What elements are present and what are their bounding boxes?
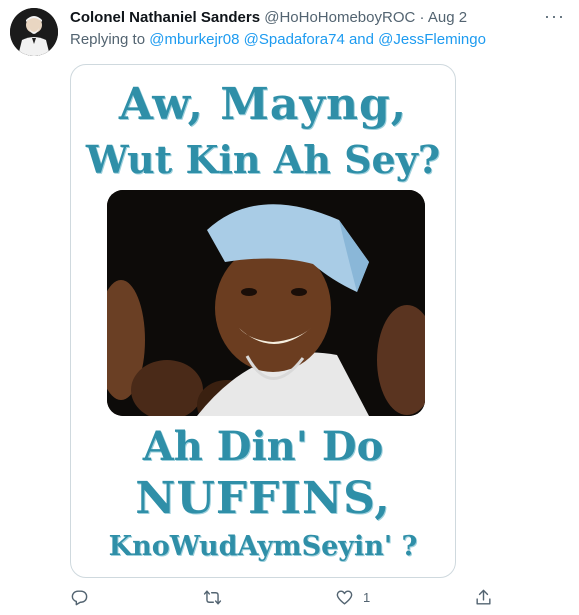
mention-and: and xyxy=(348,31,374,48)
share-button[interactable] xyxy=(474,586,493,608)
tweet-actions: 1 xyxy=(70,586,500,608)
reply-button[interactable] xyxy=(70,586,89,608)
avatar-image xyxy=(10,8,58,56)
replying-to: Replying to @mburkejr08 @Spadafora74 and… xyxy=(70,31,486,49)
replying-to-label: Replying to xyxy=(70,31,146,48)
meme-line-2: Wut Kin Ah Sey? xyxy=(85,137,441,182)
tweet[interactable]: Colonel Nathaniel Sanders @HoHoHomeboyRO… xyxy=(0,0,579,615)
heart-icon xyxy=(336,589,353,605)
meme-line-3: Ah Din' Do xyxy=(142,423,384,470)
mention-link[interactable]: @JessFlemingo xyxy=(378,31,486,48)
author-handle[interactable]: @HoHoHomeboyROC xyxy=(264,9,415,26)
tweet-media[interactable]: Aw, Mayng, Wut Kin Ah Sey? Ah Din' Do NU… xyxy=(70,64,456,578)
retweet-icon xyxy=(203,589,222,605)
like-button[interactable]: 1 xyxy=(335,586,370,608)
meme-line-5: KnoWudAymSeyin' ? xyxy=(108,531,418,562)
avatar[interactable] xyxy=(10,8,58,56)
separator-dot: · xyxy=(419,9,425,26)
meme-photo xyxy=(107,190,425,416)
reply-icon xyxy=(71,589,88,605)
like-count: 1 xyxy=(363,589,371,605)
author-name[interactable]: Colonel Nathaniel Sanders xyxy=(70,9,260,26)
tweet-date[interactable]: Aug 2 xyxy=(428,9,467,26)
share-icon xyxy=(476,589,491,605)
mention-link[interactable]: @mburkejr08 xyxy=(149,31,239,48)
meme-line-1: Aw, Mayng, xyxy=(118,79,408,130)
retweet-button[interactable] xyxy=(203,586,222,608)
mention-link[interactable]: @Spadafora74 xyxy=(244,31,345,48)
meme-line-4: NUFFINS, xyxy=(135,473,391,524)
tweet-header: Colonel Nathaniel Sanders @HoHoHomeboyRO… xyxy=(70,9,467,27)
more-options-icon[interactable]: ··· xyxy=(544,6,565,27)
